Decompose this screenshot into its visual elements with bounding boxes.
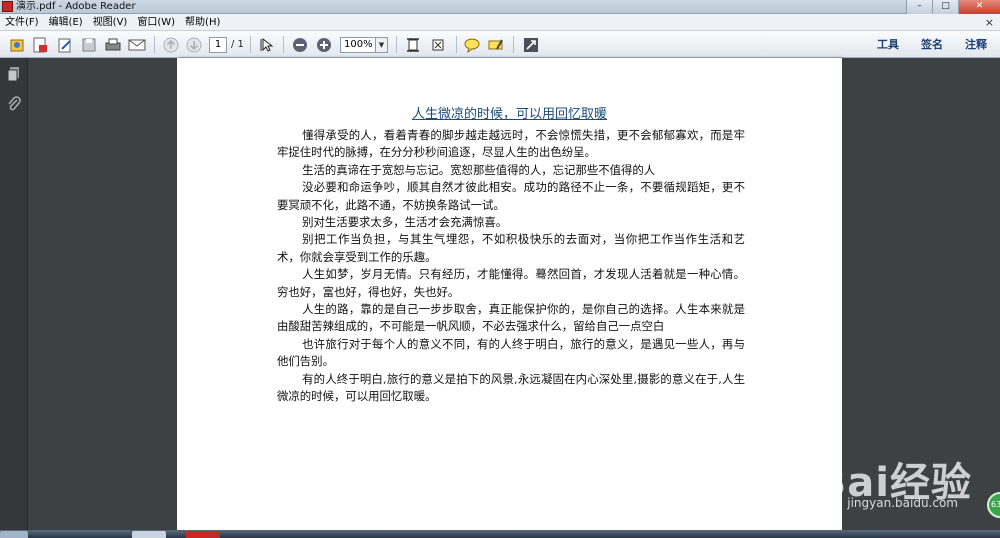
menu-view[interactable]: 视图(V) <box>88 14 133 31</box>
menu-bar: 文件(F) 编辑(E) 视图(V) 窗口(W) 帮助(H) × <box>0 14 1000 31</box>
paragraph: 也许旅行对于每个人的意义不同，有的人终于明白，旅行的意义，是遇见一些人，再与他们… <box>277 336 745 369</box>
maximize-button[interactable]: □ <box>932 0 958 14</box>
edit-icon[interactable] <box>55 35 75 54</box>
paragraph: 人生如梦，岁月无情。只有经历，才能懂得。蓦然回首，才发现人活着就是一种心情。穷也… <box>277 267 745 299</box>
toolbar-separator <box>283 36 284 53</box>
zoom-in-icon[interactable] <box>314 35 334 54</box>
sign-pane-button[interactable]: 签名 <box>921 35 943 54</box>
email-icon[interactable] <box>126 35 148 54</box>
page-thumbnails-icon[interactable] <box>7 66 21 82</box>
adobe-reader-icon <box>2 1 13 12</box>
comment-icon[interactable] <box>462 35 482 54</box>
tools-pane-button[interactable]: 工具 <box>877 35 899 54</box>
start-button[interactable] <box>0 531 28 538</box>
toolbar-separator <box>513 36 514 53</box>
navigation-pane <box>0 58 28 538</box>
save-icon[interactable] <box>79 35 99 54</box>
document-title: 人生微凉的时候，可以用回忆取暖 <box>411 107 607 122</box>
paragraph: 有的人终于明白,旅行的意义是拍下的风景,永远凝固在内心深处里,摄影的意义在于,人… <box>277 371 745 404</box>
chevron-down-icon[interactable]: ▼ <box>375 38 387 52</box>
close-button[interactable]: ✕ <box>958 0 1000 14</box>
zoom-value: 100% <box>344 39 373 50</box>
document-close-icon[interactable]: × <box>985 14 994 31</box>
select-cursor-icon[interactable] <box>257 35 277 54</box>
toolbar: 1 / 1 100% ▼ 工具 签名 注释 <box>0 31 1000 58</box>
toolbar-separator <box>154 36 155 53</box>
vertical-scrollbar[interactable] <box>842 58 852 538</box>
expand-icon[interactable] <box>521 35 541 54</box>
taskbar-app-button[interactable] <box>132 531 166 538</box>
badge-text: 63 <box>991 500 1000 509</box>
toolbar-separator <box>456 36 457 53</box>
page-number-input[interactable]: 1 <box>209 37 227 53</box>
paragraph: 别对生活要求太多，生活才会充满惊喜。 <box>302 215 508 230</box>
paragraph: 懂得承受的人，看着青春的脚步越走越远时，不会惊慌失措，更不会郁郁寡欢，而是牢牢捉… <box>277 128 745 160</box>
menu-edit[interactable]: 编辑(E) <box>44 14 88 31</box>
menu-help[interactable]: 帮助(H) <box>180 14 225 31</box>
page-total: / 1 <box>231 39 244 50</box>
toolbar-separator <box>250 36 251 53</box>
taskbar-reader-button[interactable] <box>186 531 220 538</box>
zoom-out-icon[interactable] <box>290 35 310 54</box>
paragraph: 别把工作当负担，与其生气埋怨，不如积极快乐的去面对，当你把工作当作生活和艺术，你… <box>277 232 745 264</box>
taskbar <box>0 530 1000 538</box>
paragraph: 没必要和命运争吵，顺其自然才彼此相安。成功的路径不止一条，不要循规蹈矩，更不要冥… <box>277 180 745 212</box>
window-controls: – □ ✕ <box>906 0 1000 14</box>
pdf-page: 人生微凉的时候，可以用回忆取暖 懂得承受的人，看着青春的脚步越走越远时，不会惊慌… <box>177 58 842 538</box>
highlight-icon[interactable] <box>486 35 506 54</box>
open-icon[interactable] <box>7 35 27 54</box>
full-screen-icon[interactable] <box>428 35 448 54</box>
window-title: 演示.pdf - Adobe Reader <box>16 1 136 12</box>
document-body: 懂得承受的人，看着青春的脚步越走越远时，不会惊慌失措，更不会郁郁寡欢，而是牢牢捉… <box>277 127 745 406</box>
create-pdf-icon[interactable] <box>30 35 50 54</box>
print-icon[interactable] <box>102 35 124 54</box>
document-canvas[interactable]: 人生微凉的时候，可以用回忆取暖 懂得承受的人，看着青春的脚步越走越远时，不会惊慌… <box>29 58 1000 538</box>
menu-window[interactable]: 窗口(W) <box>132 14 180 31</box>
attachments-icon[interactable] <box>7 96 21 112</box>
previous-page-icon[interactable] <box>161 35 181 54</box>
next-page-icon[interactable] <box>184 35 204 54</box>
fit-page-icon[interactable] <box>403 35 423 54</box>
menu-file[interactable]: 文件(F) <box>0 14 44 31</box>
comment-pane-button[interactable]: 注释 <box>965 35 987 54</box>
minimize-button[interactable]: – <box>906 0 932 14</box>
toolbar-separator <box>396 36 397 53</box>
title-bar: 演示.pdf - Adobe Reader – □ ✕ <box>0 0 1000 14</box>
paragraph: 生活的真谛在于宽恕与忘记。宽恕那些值得的人，忘记那些不值得的人 <box>302 162 656 177</box>
zoom-select[interactable]: 100% ▼ <box>340 37 388 53</box>
paragraph: 人生的路，靠的是自己一步步取舍，真正能保护你的，是你自己的选择。人生本来就是由酸… <box>277 302 745 334</box>
